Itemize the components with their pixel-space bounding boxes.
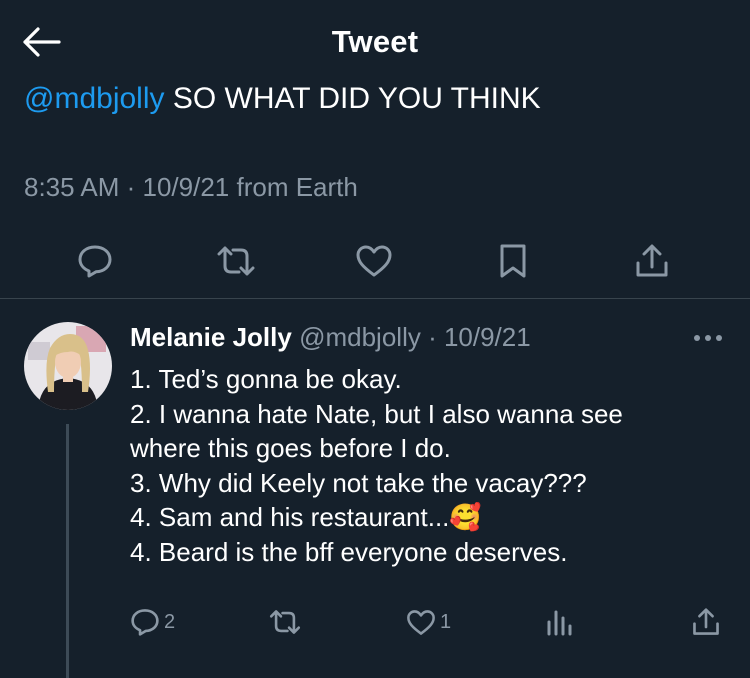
reply-retweet-button[interactable] (268, 602, 302, 642)
bookmark-icon (500, 244, 526, 278)
reply-count: 2 (164, 610, 176, 633)
tweet-action-bar (0, 238, 750, 284)
bookmark-button[interactable] (488, 238, 538, 284)
like-icon (356, 245, 392, 277)
reply-header: Melanie Jolly @mdbjolly · 10/9/21 (130, 322, 531, 353)
tweet-source: from Earth (229, 172, 358, 202)
page-title: Tweet (331, 24, 419, 59)
avatar-image (24, 322, 112, 410)
main-tweet-text: @mdbjolly SO WHAT DID YOU THINK (24, 80, 541, 118)
retweet-icon (217, 246, 255, 276)
smiling-face-with-hearts-emoji: 🥰 (449, 502, 482, 532)
tweet-date[interactable]: 10/9/21 (143, 172, 230, 202)
tweet-detail-screen: Tweet @mdbjolly SO WHAT DID YOU THINK 8:… (0, 0, 750, 678)
top-bar: Tweet (0, 0, 750, 80)
share-icon (636, 244, 668, 277)
divider (0, 298, 750, 299)
reply-line: 2. I wanna hate Nate, but I also wanna s… (130, 398, 623, 429)
more-dots-icon (694, 335, 722, 341)
reply-analytics-button[interactable] (545, 602, 573, 642)
reply-like-button[interactable]: 1 (406, 602, 451, 642)
retweet-icon (269, 610, 301, 634)
reply-icon (131, 609, 159, 636)
reply-body: 1. Ted’s gonna be okay. 2. I wanna hate … (130, 362, 730, 569)
reply-line-text: 4. Sam and his restaurant... (130, 502, 450, 532)
reply-line-with-emoji: 4. Sam and his restaurant...🥰 (130, 500, 730, 535)
analytics-icon (547, 610, 572, 636)
like-icon (407, 609, 435, 635)
mention-link[interactable]: @mdbjolly (24, 82, 165, 115)
tweet-meta: 8:35 AM · 10/9/21 from Earth (24, 172, 358, 203)
tweet-time[interactable]: 8:35 AM (24, 172, 119, 202)
tweet-body-text: SO WHAT DID YOU THINK (164, 82, 541, 115)
more-options-button[interactable] (688, 326, 728, 350)
reply-date[interactable]: 10/9/21 (444, 322, 531, 352)
reply-line: 4. Beard is the bff everyone deserves. (130, 536, 568, 567)
avatar[interactable] (24, 322, 112, 410)
reply-share-button[interactable] (692, 602, 720, 642)
like-button[interactable] (349, 238, 399, 284)
reply-action-bar: 2 1 (0, 602, 750, 642)
retweet-button[interactable] (211, 238, 261, 284)
share-button[interactable] (627, 238, 677, 284)
reply-line: 3. Why did Keely not take the vacay??? (130, 467, 587, 498)
share-icon (693, 608, 719, 635)
reply-author-name[interactable]: Melanie Jolly (130, 322, 292, 352)
reply-separator: · (420, 322, 444, 352)
like-count: 1 (440, 610, 452, 633)
reply-reply-button[interactable]: 2 (130, 602, 175, 642)
reply-author-handle[interactable]: @mdbjolly (299, 322, 421, 352)
meta-separator: · (119, 172, 143, 202)
reply-icon (78, 245, 112, 278)
reply-line: where this goes before I do. (130, 433, 451, 463)
reply-line: 1. Ted’s gonna be okay. (130, 364, 402, 394)
reply-button[interactable] (70, 238, 120, 284)
